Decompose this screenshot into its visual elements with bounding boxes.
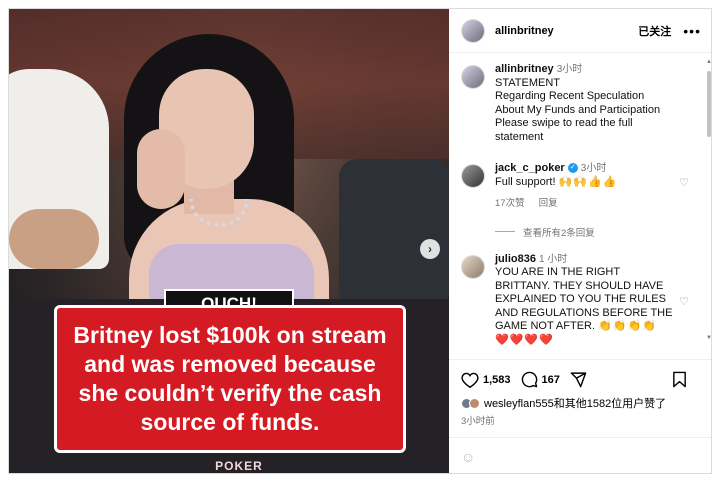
more-options-icon[interactable]: ••• [683, 23, 701, 39]
bookmark-icon [673, 371, 686, 388]
liked-by-text: wesleyflan555和其他1582位用户赞了 [484, 398, 667, 410]
comment-item: julio836 1 小时 YOU ARE IN THE RIGHT BRITTA… [461, 253, 695, 348]
post-timestamp: 3小时前 [461, 416, 495, 427]
caption-line: About My Funds and Participation [495, 103, 661, 116]
comment-username[interactable]: julio836 [495, 253, 536, 265]
post-header: allinbritney 已关注 ••• [449, 9, 711, 53]
comment-likes[interactable]: 17次赞 [495, 197, 525, 211]
comment-username[interactable]: jack_c_poker [495, 162, 565, 174]
scroll-down-icon[interactable]: ▼ [706, 335, 711, 341]
comment-button[interactable]: 167 [521, 371, 560, 388]
liked-by[interactable]: wesleyflan555和其他1582位用户赞了 [461, 395, 666, 411]
comment-input[interactable] [483, 450, 684, 463]
header-username[interactable]: allinbritney [495, 25, 554, 37]
likes-count: 1,583 [483, 373, 511, 386]
comment-composer: ☺ [449, 437, 711, 473]
following-button[interactable]: 已关注 [638, 23, 671, 39]
comments-scrollbar[interactable]: ▲ ▼ [706, 59, 711, 341]
woman-hand [137, 129, 185, 209]
heart-icon[interactable]: ♡ [679, 295, 689, 308]
caption-username[interactable]: allinbritney [495, 63, 554, 75]
post-actions: 1,583 167 [449, 359, 711, 399]
show-logo: POKER [215, 459, 263, 473]
emoji-icon[interactable]: ☺ [461, 449, 475, 465]
avatar[interactable] [461, 18, 485, 43]
reply-button[interactable]: 回复 [539, 197, 558, 211]
caption-line: Please swipe to read the full [495, 117, 633, 129]
heart-icon[interactable]: ♡ [679, 176, 689, 189]
chair [339, 159, 449, 309]
comment-time: 1 小时 [538, 253, 568, 265]
overlay-headline: Britney lost $100k on stream and was rem… [73, 322, 387, 435]
avatar [469, 397, 480, 409]
comment-text: Full support! [495, 175, 559, 188]
post-media[interactable]: › OUCH! Britney lost $100k on stream and… [9, 9, 449, 473]
chevron-right-icon: › [428, 242, 432, 256]
caption-line: STATEMENT [495, 76, 560, 89]
share-icon [570, 372, 587, 388]
scroll-thumb[interactable] [707, 71, 711, 137]
avatar[interactable] [461, 164, 485, 188]
view-replies-label: 查看所有2条回复 [523, 227, 595, 239]
comment-icon [521, 371, 537, 388]
person-left-arm [9, 209, 99, 269]
comment-time: 3小时 [580, 163, 607, 174]
comments-count: 167 [541, 373, 560, 386]
scroll-up-icon[interactable]: ▲ [706, 59, 711, 65]
avatar[interactable] [461, 65, 485, 89]
comment-emoji: 👏👏👏👏 [598, 320, 657, 332]
caption-line: statement [495, 130, 544, 143]
comment-emoji: 🙌🙌👍👍 [558, 175, 618, 188]
caption: allinbritney 3小时 STATEMENT Regarding Rece… [461, 63, 695, 144]
save-button[interactable] [672, 371, 691, 388]
overlay-headline-box: Britney lost $100k on stream and was rem… [54, 305, 406, 453]
verified-badge-icon: ✓ [567, 163, 578, 174]
comment-emoji: ❤️❤️❤️❤️ [495, 333, 554, 346]
share-button[interactable] [570, 371, 591, 388]
like-button[interactable]: 1,583 [461, 372, 511, 388]
view-replies-button[interactable]: 查看所有2条回复 [495, 225, 695, 239]
heart-icon [461, 372, 479, 388]
divider-line [495, 231, 515, 232]
comments-list[interactable]: allinbritney 3小时 STATEMENT Regarding Rece… [449, 53, 707, 353]
caption-time: 3小时 [556, 64, 583, 75]
next-slide-button[interactable]: › [420, 239, 440, 259]
caption-line: Regarding Recent Speculation [495, 90, 645, 102]
avatar[interactable] [461, 254, 485, 279]
post-dialog: › OUCH! Britney lost $100k on stream and… [8, 8, 712, 474]
post-sidebar: allinbritney 已关注 ••• allinbritney 3小时 STA… [449, 9, 711, 473]
comment-item: jack_c_poker ✓ 3小时 Full support! 🙌🙌👍👍 17次… [461, 162, 695, 211]
